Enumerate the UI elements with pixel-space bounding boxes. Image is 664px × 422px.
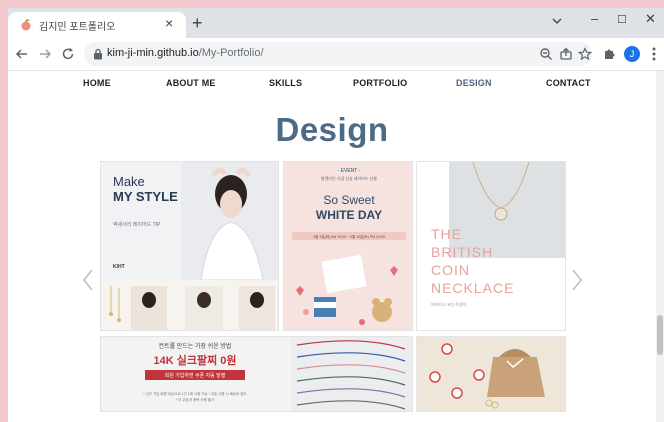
card2-line2: WHITE DAY — [316, 208, 382, 222]
design-card-silk-bracelet[interactable]: 컨트롤 만드는 가장 쉬운 방법 14K 실크팔찌 0원 회원 가입하면 쿠폰 … — [100, 336, 413, 412]
card3-sub: 브리티시 코인 목걸이 — [431, 301, 467, 307]
web-page: HOME ABOUT ME SKILLS PORTFOLIO DESIGN CO… — [8, 71, 656, 422]
nav-design[interactable]: DESIGN — [456, 78, 492, 88]
nav-home[interactable]: HOME — [83, 78, 111, 88]
peach-favicon-icon — [21, 19, 31, 31]
nav-portfolio[interactable]: PORTFOLIO — [353, 78, 407, 88]
reload-icon[interactable] — [61, 47, 75, 61]
tab-close-icon[interactable]: × — [165, 15, 173, 31]
url-text: kim-ji-min.github.io/My-Portfolio/ — [107, 47, 264, 59]
card3-line4: NECKLACE — [431, 280, 514, 296]
url-path: /My-Portfolio/ — [198, 47, 264, 59]
card2-line1: So Sweet — [323, 193, 375, 207]
maximize-button[interactable]: ☐ — [617, 13, 627, 26]
make-my-style-artwork: Make MY STYLE 액세서리 레이어드 TIP K/HT — [101, 162, 278, 330]
silk-bracelet-artwork: 컨트롤 만드는 가장 쉬운 방법 14K 실크팔찌 0원 회원 가입하면 쿠폰 … — [101, 337, 412, 411]
address-bar[interactable]: kim-ji-min.github.io/My-Portfolio/ — [84, 42, 592, 66]
card2-event: - EVENT - — [338, 168, 361, 174]
card4-line2: 14K 실크팔찌 0원 — [153, 353, 236, 367]
chevron-down-icon[interactable] — [551, 15, 563, 27]
browser-tab[interactable]: 김지민 포트폴리오 × — [8, 12, 186, 38]
gift-pouch-artwork — [417, 337, 565, 411]
close-window-button[interactable]: ✕ — [645, 11, 656, 27]
forward-arrow-icon[interactable] — [38, 47, 52, 61]
url-host: kim-ji-min.github.io — [107, 47, 199, 59]
extensions-puzzle-icon[interactable] — [602, 47, 616, 61]
card1-line1: Make — [113, 174, 145, 189]
share-icon[interactable] — [559, 47, 573, 61]
tab-strip: 김지민 포트폴리오 × + – ☐ ✕ — [8, 8, 664, 38]
white-day-artwork: - EVENT - 발렌타인 기념 신상 레이어드 선물 So Sweet WH… — [284, 162, 412, 330]
nav-contact[interactable]: CONTACT — [546, 78, 591, 88]
design-card-british-coin-necklace[interactable]: THE BRITISH COIN NECKLACE 브리티시 코인 목걸이 — [416, 161, 566, 331]
card4-note1: * 신규 가입 회원 대상으로 1인 1회 사용 가능 / 쿠폰 사용 시 배송… — [143, 391, 247, 396]
browser-window: 김지민 포트폴리오 × + – ☐ ✕ kim-ji-min.github.io… — [8, 8, 664, 422]
page-title: Design — [275, 111, 389, 148]
browser-toolbar: kim-ji-min.github.io/My-Portfolio/ — [8, 38, 664, 71]
nav-about-me[interactable]: ABOUT ME — [166, 78, 216, 88]
back-arrow-icon[interactable] — [15, 47, 29, 61]
card1-brand: K/HT — [113, 264, 125, 270]
card3-line1: THE — [431, 226, 462, 242]
card3-line2: BRITISH — [431, 244, 493, 260]
design-card-make-my-style[interactable]: Make MY STYLE 액세서리 레이어드 TIP K/HT — [100, 161, 279, 331]
more-menu-icon[interactable] — [652, 46, 656, 62]
card4-line1: 컨트롤 만드는 가장 쉬운 방법 — [159, 342, 232, 350]
british-coin-necklace-artwork: THE BRITISH COIN NECKLACE 브리티시 코인 목걸이 — [417, 162, 565, 330]
card3-line3: COIN — [431, 262, 470, 278]
design-card-gift-pouch[interactable] — [416, 336, 566, 412]
card2-dates: 3월 1일(화) AM 10:00 ~ 3월 12일(토) PM 23:59 — [313, 234, 385, 239]
tab-title: 김지민 포트폴리오 — [39, 22, 116, 33]
card4-note2: * 타 쿠폰과 중복 사용 불가 — [176, 397, 215, 402]
bookmark-star-icon[interactable] — [578, 47, 592, 61]
card4-badge: 회원 가입하면 쿠폰 자동 발행 — [165, 372, 226, 379]
carousel-prev-arrow-icon[interactable] — [82, 268, 94, 292]
nav-skills[interactable]: SKILLS — [269, 78, 302, 88]
page-scrollbar[interactable] — [656, 71, 664, 422]
minimize-button[interactable]: – — [591, 11, 598, 26]
card1-line2: MY STYLE — [113, 189, 178, 204]
scrollbar-thumb[interactable] — [657, 315, 663, 355]
card2-sub: 발렌타인 기념 신상 레이어드 선물 — [321, 175, 377, 181]
new-tab-button[interactable]: + — [192, 13, 203, 34]
design-card-white-day[interactable]: - EVENT - 발렌타인 기념 신상 레이어드 선물 So Sweet WH… — [283, 161, 413, 331]
profile-avatar[interactable]: J — [624, 46, 640, 62]
zoom-icon[interactable] — [539, 47, 553, 61]
lock-icon — [94, 48, 102, 60]
card1-sub: 액세서리 레이어드 TIP — [113, 221, 161, 228]
carousel-next-arrow-icon[interactable] — [571, 268, 583, 292]
